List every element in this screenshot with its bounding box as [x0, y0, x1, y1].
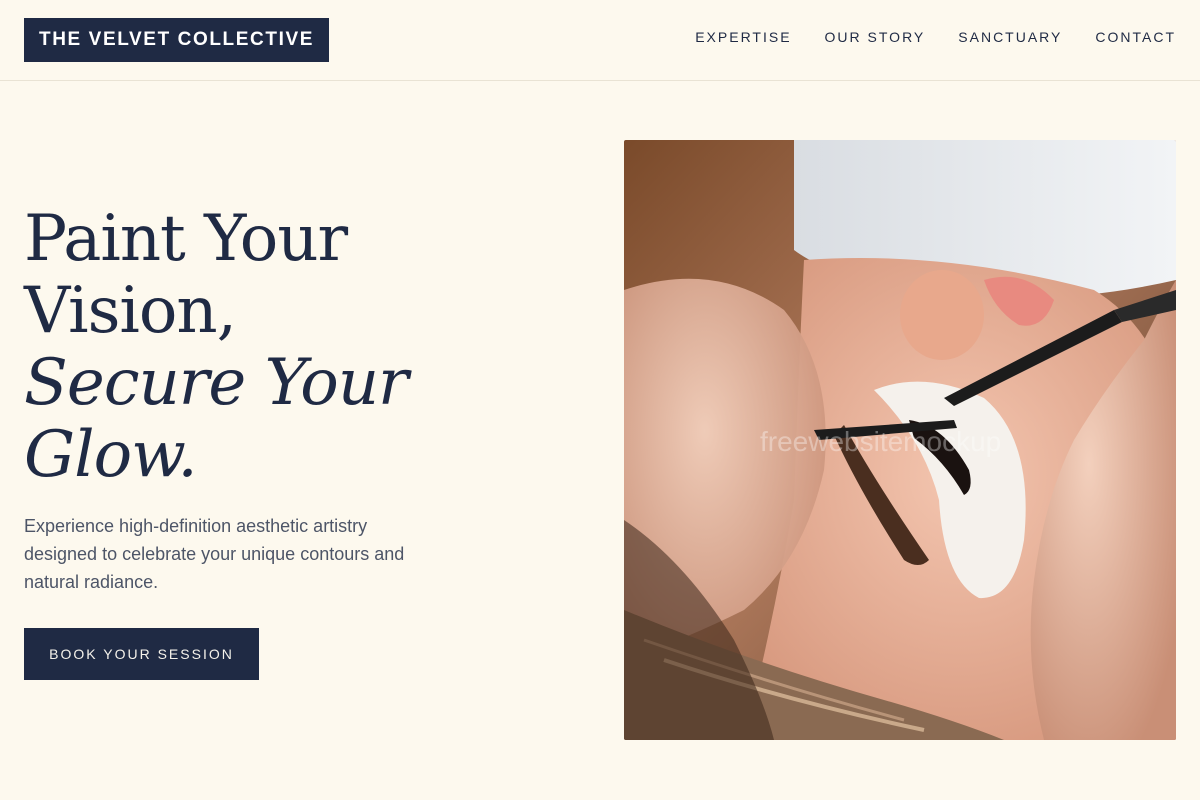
nav-expertise[interactable]: EXPERTISE — [695, 28, 791, 46]
hero-photo — [624, 140, 1176, 740]
site-header: THE VELVET COLLECTIVE EXPERTISE OUR STOR… — [0, 0, 1200, 81]
nav-contact[interactable]: CONTACT — [1095, 28, 1176, 46]
hero-description: Experience high-definition aesthetic art… — [24, 516, 405, 592]
lash-treatment-illustration — [624, 140, 1176, 740]
book-session-button[interactable]: BOOK YOUR SESSION — [24, 628, 259, 680]
nav-sanctuary[interactable]: SANCTUARY — [958, 28, 1062, 46]
hero-title-line-2: Vision, — [24, 274, 237, 348]
hero-title: Paint Your Vision, Secure Your Glow. — [24, 203, 584, 491]
main-nav: EXPERTISE OUR STORY SANCTUARY CONTACT — [695, 28, 1176, 46]
hero-title-line-3: Secure Your — [24, 346, 409, 420]
hero-title-line-1: Paint Your — [24, 202, 348, 276]
nav-our-story[interactable]: OUR STORY — [825, 28, 926, 46]
brand-logo[interactable]: THE VELVET COLLECTIVE — [24, 18, 329, 62]
hero-title-line-4: Glow. — [24, 418, 198, 492]
